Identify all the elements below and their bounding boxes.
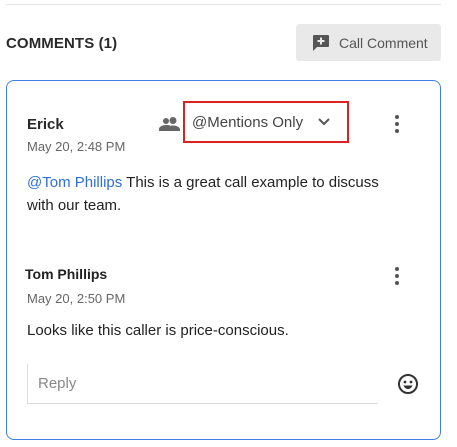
reply-more-icon[interactable] (394, 267, 400, 287)
comment-author: Erick (27, 116, 64, 133)
mention-link[interactable]: @Tom Phillips (27, 174, 122, 191)
reply-author: Tom Phillips (25, 266, 108, 282)
people-icon (159, 117, 180, 131)
comments-heading: COMMENTS (1) (6, 35, 118, 52)
call-comment-button[interactable]: Call Comment (296, 24, 441, 61)
comment-more-icon[interactable] (394, 115, 400, 135)
reply-text: Looks like this caller is price-consciou… (27, 322, 289, 339)
visibility-dropdown[interactable]: @Mentions Only (183, 101, 349, 143)
emoji-icon[interactable] (397, 373, 419, 395)
comment-body: @Tom Phillips This is a great call examp… (27, 171, 407, 217)
comment-timestamp: May 20, 2:48 PM (27, 139, 126, 154)
top-divider (6, 4, 441, 5)
reply-input[interactable] (27, 364, 378, 404)
call-comment-label: Call Comment (339, 34, 428, 51)
chevron-down-icon (318, 118, 330, 126)
add-comment-icon (313, 34, 329, 51)
visibility-value: @Mentions Only (192, 113, 304, 131)
reply-timestamp: May 20, 2:50 PM (27, 291, 126, 306)
